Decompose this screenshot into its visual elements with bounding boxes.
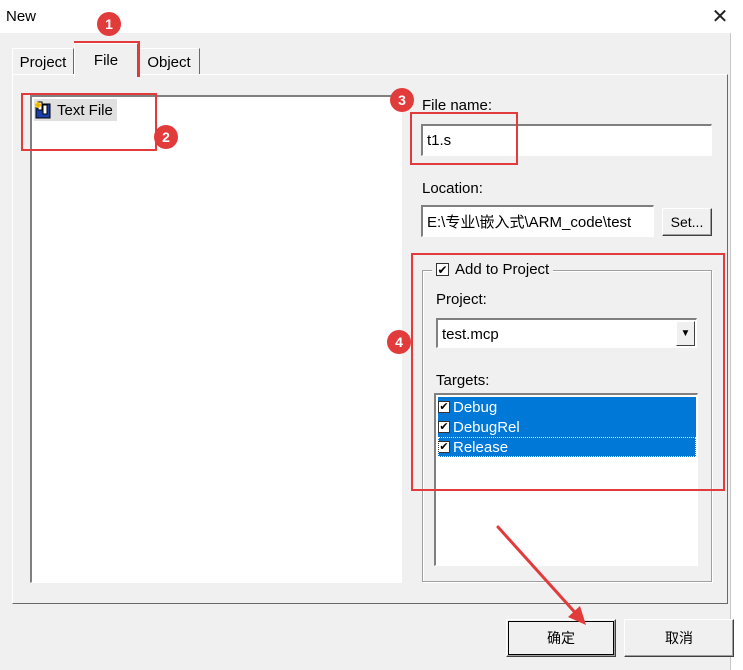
project-label: Project: bbox=[436, 291, 487, 308]
tab-label: Project bbox=[19, 53, 67, 71]
location-value: E:\专业\嵌入式\ARM_code\test bbox=[427, 214, 632, 231]
file-name-input[interactable]: t1.s bbox=[421, 124, 712, 156]
ok-button[interactable]: 确定 bbox=[506, 619, 616, 657]
tab-object[interactable]: Object bbox=[138, 48, 200, 75]
dropdown-arrow-button[interactable]: ▼ bbox=[676, 321, 695, 346]
targets-list[interactable]: ✔ Debug ✔ DebugRel ✔ Release bbox=[434, 393, 698, 566]
tab-label: Object bbox=[147, 53, 191, 71]
cancel-button[interactable]: 取消 bbox=[624, 619, 734, 657]
chevron-down-icon: ▼ bbox=[680, 328, 691, 339]
target-item-debug[interactable]: ✔ Debug bbox=[438, 397, 696, 417]
annotation-badge-2: 2 bbox=[154, 125, 178, 149]
file-type-label: Text File bbox=[57, 101, 113, 119]
target-label: Debug bbox=[453, 398, 498, 416]
location-label: Location: bbox=[422, 180, 483, 197]
file-name-label: File name: bbox=[422, 97, 493, 114]
tab-file[interactable]: File bbox=[74, 43, 138, 77]
checkbox-icon: ✔ bbox=[436, 262, 449, 277]
project-select-value: test.mcp bbox=[442, 326, 499, 343]
annotation-badge-4: 4 bbox=[387, 330, 411, 354]
background-strip bbox=[731, 33, 743, 670]
tab-label: File bbox=[93, 52, 119, 69]
text-file-icon bbox=[35, 101, 51, 119]
add-to-project-checkbox[interactable]: ✔ Add to Project bbox=[432, 261, 554, 278]
set-location-button[interactable]: Set... bbox=[662, 208, 712, 236]
project-select[interactable]: test.mcp ▼ bbox=[436, 318, 697, 348]
target-item-release[interactable]: ✔ Release bbox=[438, 437, 696, 457]
file-name-value: t1.s bbox=[427, 132, 452, 149]
target-item-debugrel[interactable]: ✔ DebugRel bbox=[438, 417, 696, 437]
set-button-label: Set... bbox=[670, 214, 704, 230]
targets-label: Targets: bbox=[436, 372, 490, 389]
checkbox-icon[interactable]: ✔ bbox=[438, 421, 450, 433]
close-icon: ✕ bbox=[711, 6, 729, 28]
ok-label: 确定 bbox=[547, 630, 575, 646]
cancel-label: 取消 bbox=[665, 630, 693, 646]
close-button[interactable]: ✕ bbox=[697, 0, 743, 33]
file-type-list[interactable]: Text File bbox=[30, 95, 402, 583]
tab-project[interactable]: Project bbox=[12, 48, 74, 75]
target-label: Release bbox=[453, 438, 509, 456]
file-type-item-text-file[interactable]: Text File bbox=[34, 99, 117, 121]
annotation-badge-3: 3 bbox=[390, 88, 414, 112]
location-input[interactable]: E:\专业\嵌入式\ARM_code\test bbox=[421, 205, 654, 237]
checkbox-icon[interactable]: ✔ bbox=[438, 441, 450, 453]
target-label: DebugRel bbox=[453, 418, 520, 436]
checkbox-icon[interactable]: ✔ bbox=[438, 401, 450, 413]
annotation-badge-1: 1 bbox=[97, 12, 121, 36]
window-title: New bbox=[6, 8, 37, 25]
add-to-project-label: Add to Project bbox=[455, 261, 550, 278]
